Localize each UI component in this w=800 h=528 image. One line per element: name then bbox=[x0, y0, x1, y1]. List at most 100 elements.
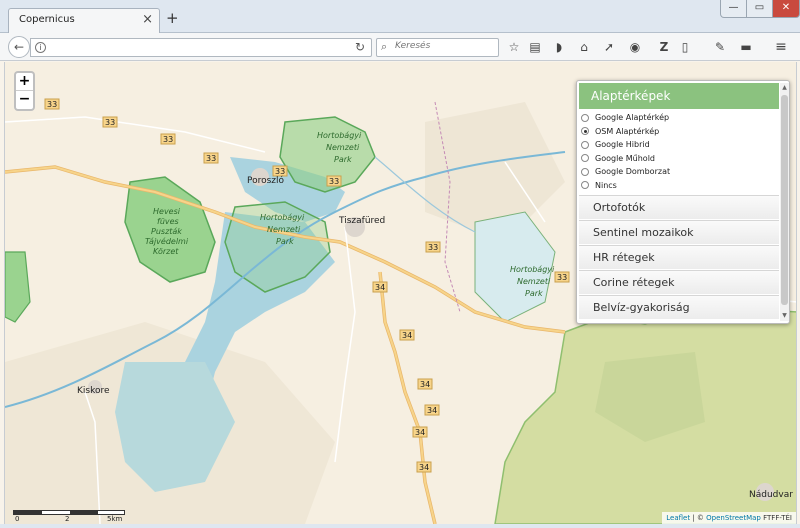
road-label: 34 bbox=[375, 283, 385, 292]
base-layer-label: Nincs bbox=[595, 180, 617, 190]
radio-button-selected[interactable] bbox=[581, 127, 589, 136]
base-layer-option[interactable]: Google Domborzat bbox=[581, 165, 777, 179]
place-label: Poroszló bbox=[247, 175, 285, 186]
browser-tab[interactable]: Copernicus × bbox=[8, 8, 160, 33]
menu-icon[interactable]: ≡ bbox=[773, 39, 789, 55]
eyedropper-icon[interactable]: ✎ bbox=[712, 39, 728, 55]
park-label: Tájvédelmi bbox=[145, 236, 189, 246]
road-label: 34 bbox=[419, 463, 429, 472]
park-label: Nemzeti bbox=[326, 143, 360, 152]
park-label: Hortobágyi bbox=[510, 265, 555, 274]
place-label: Tiszafüred bbox=[338, 216, 385, 226]
info-icon[interactable]: i bbox=[35, 42, 46, 53]
scale-label: 2 bbox=[65, 515, 70, 523]
road-label: 33 bbox=[275, 167, 285, 176]
scale-label: 0 bbox=[15, 515, 20, 523]
section-hr-retegek[interactable]: HR rétegek bbox=[579, 245, 779, 269]
road-label: 33 bbox=[206, 154, 216, 163]
scale-label: 5km bbox=[107, 515, 123, 523]
url-bar[interactable]: i ↻ bbox=[30, 38, 372, 57]
road-label: 34 bbox=[415, 428, 425, 437]
road-label: 34 bbox=[427, 406, 437, 415]
radio-button[interactable] bbox=[581, 181, 589, 190]
park-label: Hevesi bbox=[153, 207, 181, 216]
base-layer-option[interactable]: Nincs bbox=[581, 179, 777, 193]
road-label: 33 bbox=[47, 100, 57, 109]
park-label: Hortobágyi bbox=[260, 213, 305, 222]
reading-list-icon[interactable]: ▤ bbox=[527, 39, 543, 55]
maximize-button[interactable]: ▭ bbox=[746, 0, 773, 18]
road-label: 34 bbox=[402, 331, 412, 340]
zoom-out-button[interactable]: − bbox=[16, 91, 33, 109]
park-label: füves bbox=[157, 217, 179, 226]
leaflet-link[interactable]: Leaflet bbox=[666, 514, 690, 522]
tab-close-icon[interactable]: × bbox=[142, 12, 153, 27]
road-label: 33 bbox=[428, 243, 438, 252]
navigation-bar: ← i ↻ ⌕ ☆ ▤ ◗ ⌂ ➚ ◉ Z ▯ ✎ ▬ ≡ bbox=[0, 33, 800, 61]
window-bottom-border bbox=[0, 524, 800, 528]
back-arrow-icon[interactable]: ← bbox=[8, 36, 30, 58]
base-layer-option[interactable]: Google Műhold bbox=[581, 152, 777, 166]
base-layer-option[interactable]: Google Hibrid bbox=[581, 138, 777, 152]
base-layer-option[interactable]: OSM Alaptérkép bbox=[581, 125, 777, 139]
park-label: Hortobágyi bbox=[317, 131, 362, 140]
park-label: Park bbox=[334, 155, 352, 164]
park-label: Park bbox=[525, 289, 543, 298]
base-layer-label: Google Alaptérkép bbox=[595, 113, 670, 123]
map-view[interactable]: 33 33 33 33 33 33 33 33 34 34 34 34 34 3… bbox=[4, 62, 797, 524]
radio-button[interactable] bbox=[581, 140, 589, 149]
base-layer-label: Google Hibrid bbox=[595, 140, 650, 150]
layer-panel: Alaptérképek Google Alaptérkép OSM Alapt… bbox=[576, 80, 790, 324]
base-layer-option[interactable]: Google Alaptérkép bbox=[581, 111, 777, 125]
road-label: 33 bbox=[163, 135, 173, 144]
attribution-separator: | © bbox=[690, 514, 707, 522]
page-icon[interactable]: ▯ bbox=[677, 39, 693, 55]
radio-button[interactable] bbox=[581, 113, 589, 122]
folder-icon[interactable]: ▬ bbox=[738, 39, 754, 55]
zoom-in-button[interactable]: + bbox=[16, 73, 33, 91]
road-label: 33 bbox=[557, 273, 567, 282]
osm-link[interactable]: OpenStreetMap bbox=[706, 514, 761, 522]
park-label: Park bbox=[276, 237, 294, 246]
road-label: 34 bbox=[420, 380, 430, 389]
park-label: Körzet bbox=[153, 247, 179, 256]
scale-bar: 0 2 5km bbox=[13, 508, 125, 523]
close-window-button[interactable]: ✕ bbox=[772, 0, 800, 18]
radio-button[interactable] bbox=[581, 154, 589, 163]
park-label: Nemzeti bbox=[267, 225, 301, 234]
reload-icon[interactable]: ↻ bbox=[355, 40, 365, 54]
radio-button[interactable] bbox=[581, 167, 589, 176]
search-box[interactable]: ⌕ bbox=[376, 38, 499, 57]
road-label: 33 bbox=[329, 177, 339, 186]
base-layers-header[interactable]: Alaptérképek bbox=[579, 83, 779, 109]
search-icon: ⌕ bbox=[381, 40, 388, 53]
pocket-icon[interactable]: ◗ bbox=[551, 39, 567, 55]
globe-icon[interactable]: ◉ bbox=[627, 39, 643, 55]
home-icon[interactable]: ⌂ bbox=[576, 39, 592, 55]
scroll-up-icon[interactable]: ▲ bbox=[780, 83, 789, 93]
section-ortofotok[interactable]: Ortofotók bbox=[579, 195, 779, 219]
section-corine-retegek[interactable]: Corine rétegek bbox=[579, 270, 779, 294]
scrollbar-thumb[interactable] bbox=[781, 95, 788, 305]
place-label: Kiskore bbox=[77, 386, 110, 396]
bookmark-star-icon[interactable]: ☆ bbox=[506, 39, 522, 55]
park-label: Puszták bbox=[151, 227, 182, 236]
road-label: 33 bbox=[105, 118, 115, 127]
park-label: Nemzeti bbox=[517, 277, 551, 286]
section-sentinel-mozaikok[interactable]: Sentinel mozaikok bbox=[579, 220, 779, 244]
tab-title: Copernicus bbox=[19, 14, 75, 25]
section-belviz-gyakorisag[interactable]: Belvíz-gyakoriság bbox=[579, 295, 779, 319]
pin-icon[interactable]: ➚ bbox=[601, 39, 617, 55]
attribution-suffix: FTFF-TÉI bbox=[760, 514, 792, 522]
base-layer-label: Google Műhold bbox=[595, 153, 655, 163]
scroll-down-icon[interactable]: ▼ bbox=[780, 311, 789, 321]
zoom-control: + − bbox=[14, 71, 35, 111]
panel-scrollbar[interactable]: ▲ ▼ bbox=[780, 83, 789, 321]
minimize-button[interactable]: — bbox=[720, 0, 747, 18]
zotero-icon[interactable]: Z bbox=[656, 39, 672, 55]
base-layer-label: OSM Alaptérkép bbox=[595, 126, 660, 136]
search-input[interactable] bbox=[395, 41, 495, 51]
new-tab-icon[interactable]: + bbox=[166, 11, 179, 26]
title-bar: Copernicus × + — ▭ ✕ bbox=[0, 0, 800, 33]
place-label: Nádudvar bbox=[749, 490, 793, 500]
